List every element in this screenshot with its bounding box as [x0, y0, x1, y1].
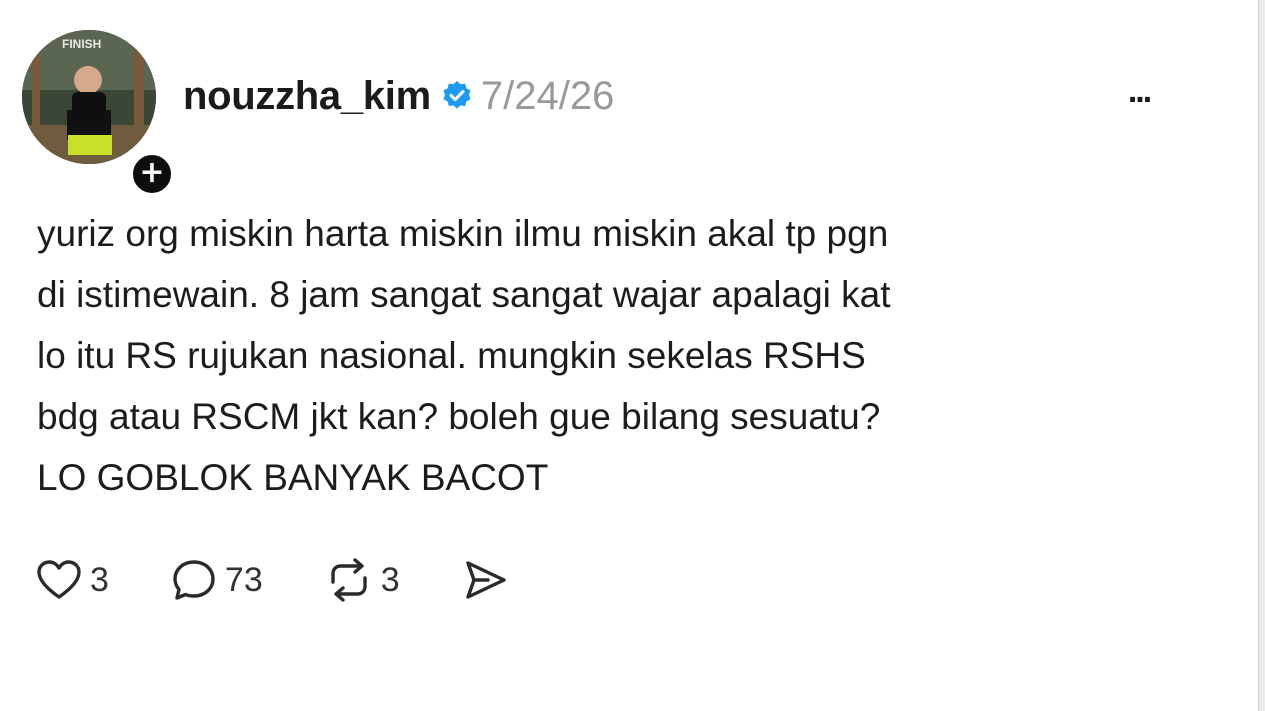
scrollbar-edge [1258, 0, 1265, 711]
timestamp[interactable]: 7/24/26 [481, 74, 614, 119]
post-text-line: yuriz org miskin harta miskin ilmu miski… [37, 213, 889, 254]
like-button[interactable]: 3 [36, 559, 109, 601]
reply-count: 73 [224, 560, 263, 599]
username[interactable]: nouzzha_kim [183, 74, 431, 119]
post-body: yuriz org miskin harta miskin ilmu miski… [37, 203, 1217, 508]
more-options-button[interactable]: ... [1108, 72, 1170, 114]
avatar-container[interactable]: FINISH + [22, 30, 176, 198]
repost-count: 3 [380, 560, 400, 599]
post-frame: FINISH + nouzzha_kim 7/24/26 ... yuriz o… [0, 0, 1265, 711]
send-icon [465, 561, 506, 599]
avatar-caption: FINISH [62, 37, 101, 51]
post-text-line: di istimewain. 8 jam sangat sangat wajar… [37, 274, 891, 315]
repost-button[interactable]: 3 [325, 558, 400, 602]
action-bar: 3 73 3 [36, 552, 570, 608]
heart-icon [37, 560, 81, 599]
follow-button[interactable]: + [128, 150, 176, 198]
post-text-line: LO GOBLOK BANYAK BACOT [37, 457, 549, 498]
repost-icon [331, 558, 367, 602]
verified-badge-icon [441, 80, 473, 112]
speech-bubble-icon [173, 560, 215, 600]
share-button[interactable] [462, 559, 508, 601]
more-horizontal-icon: ... [1127, 72, 1152, 110]
avatar[interactable]: FINISH [22, 30, 156, 164]
post-text-line: lo itu RS rujukan nasional. mungkin seke… [37, 335, 866, 376]
post-header: nouzzha_kim 7/24/26 [183, 72, 614, 120]
post-text-line: bdg atau RSCM jkt kan? boleh gue bilang … [37, 396, 881, 437]
like-count: 3 [90, 560, 109, 599]
reply-button[interactable]: 73 [171, 558, 263, 602]
plus-icon: + [139, 155, 165, 190]
